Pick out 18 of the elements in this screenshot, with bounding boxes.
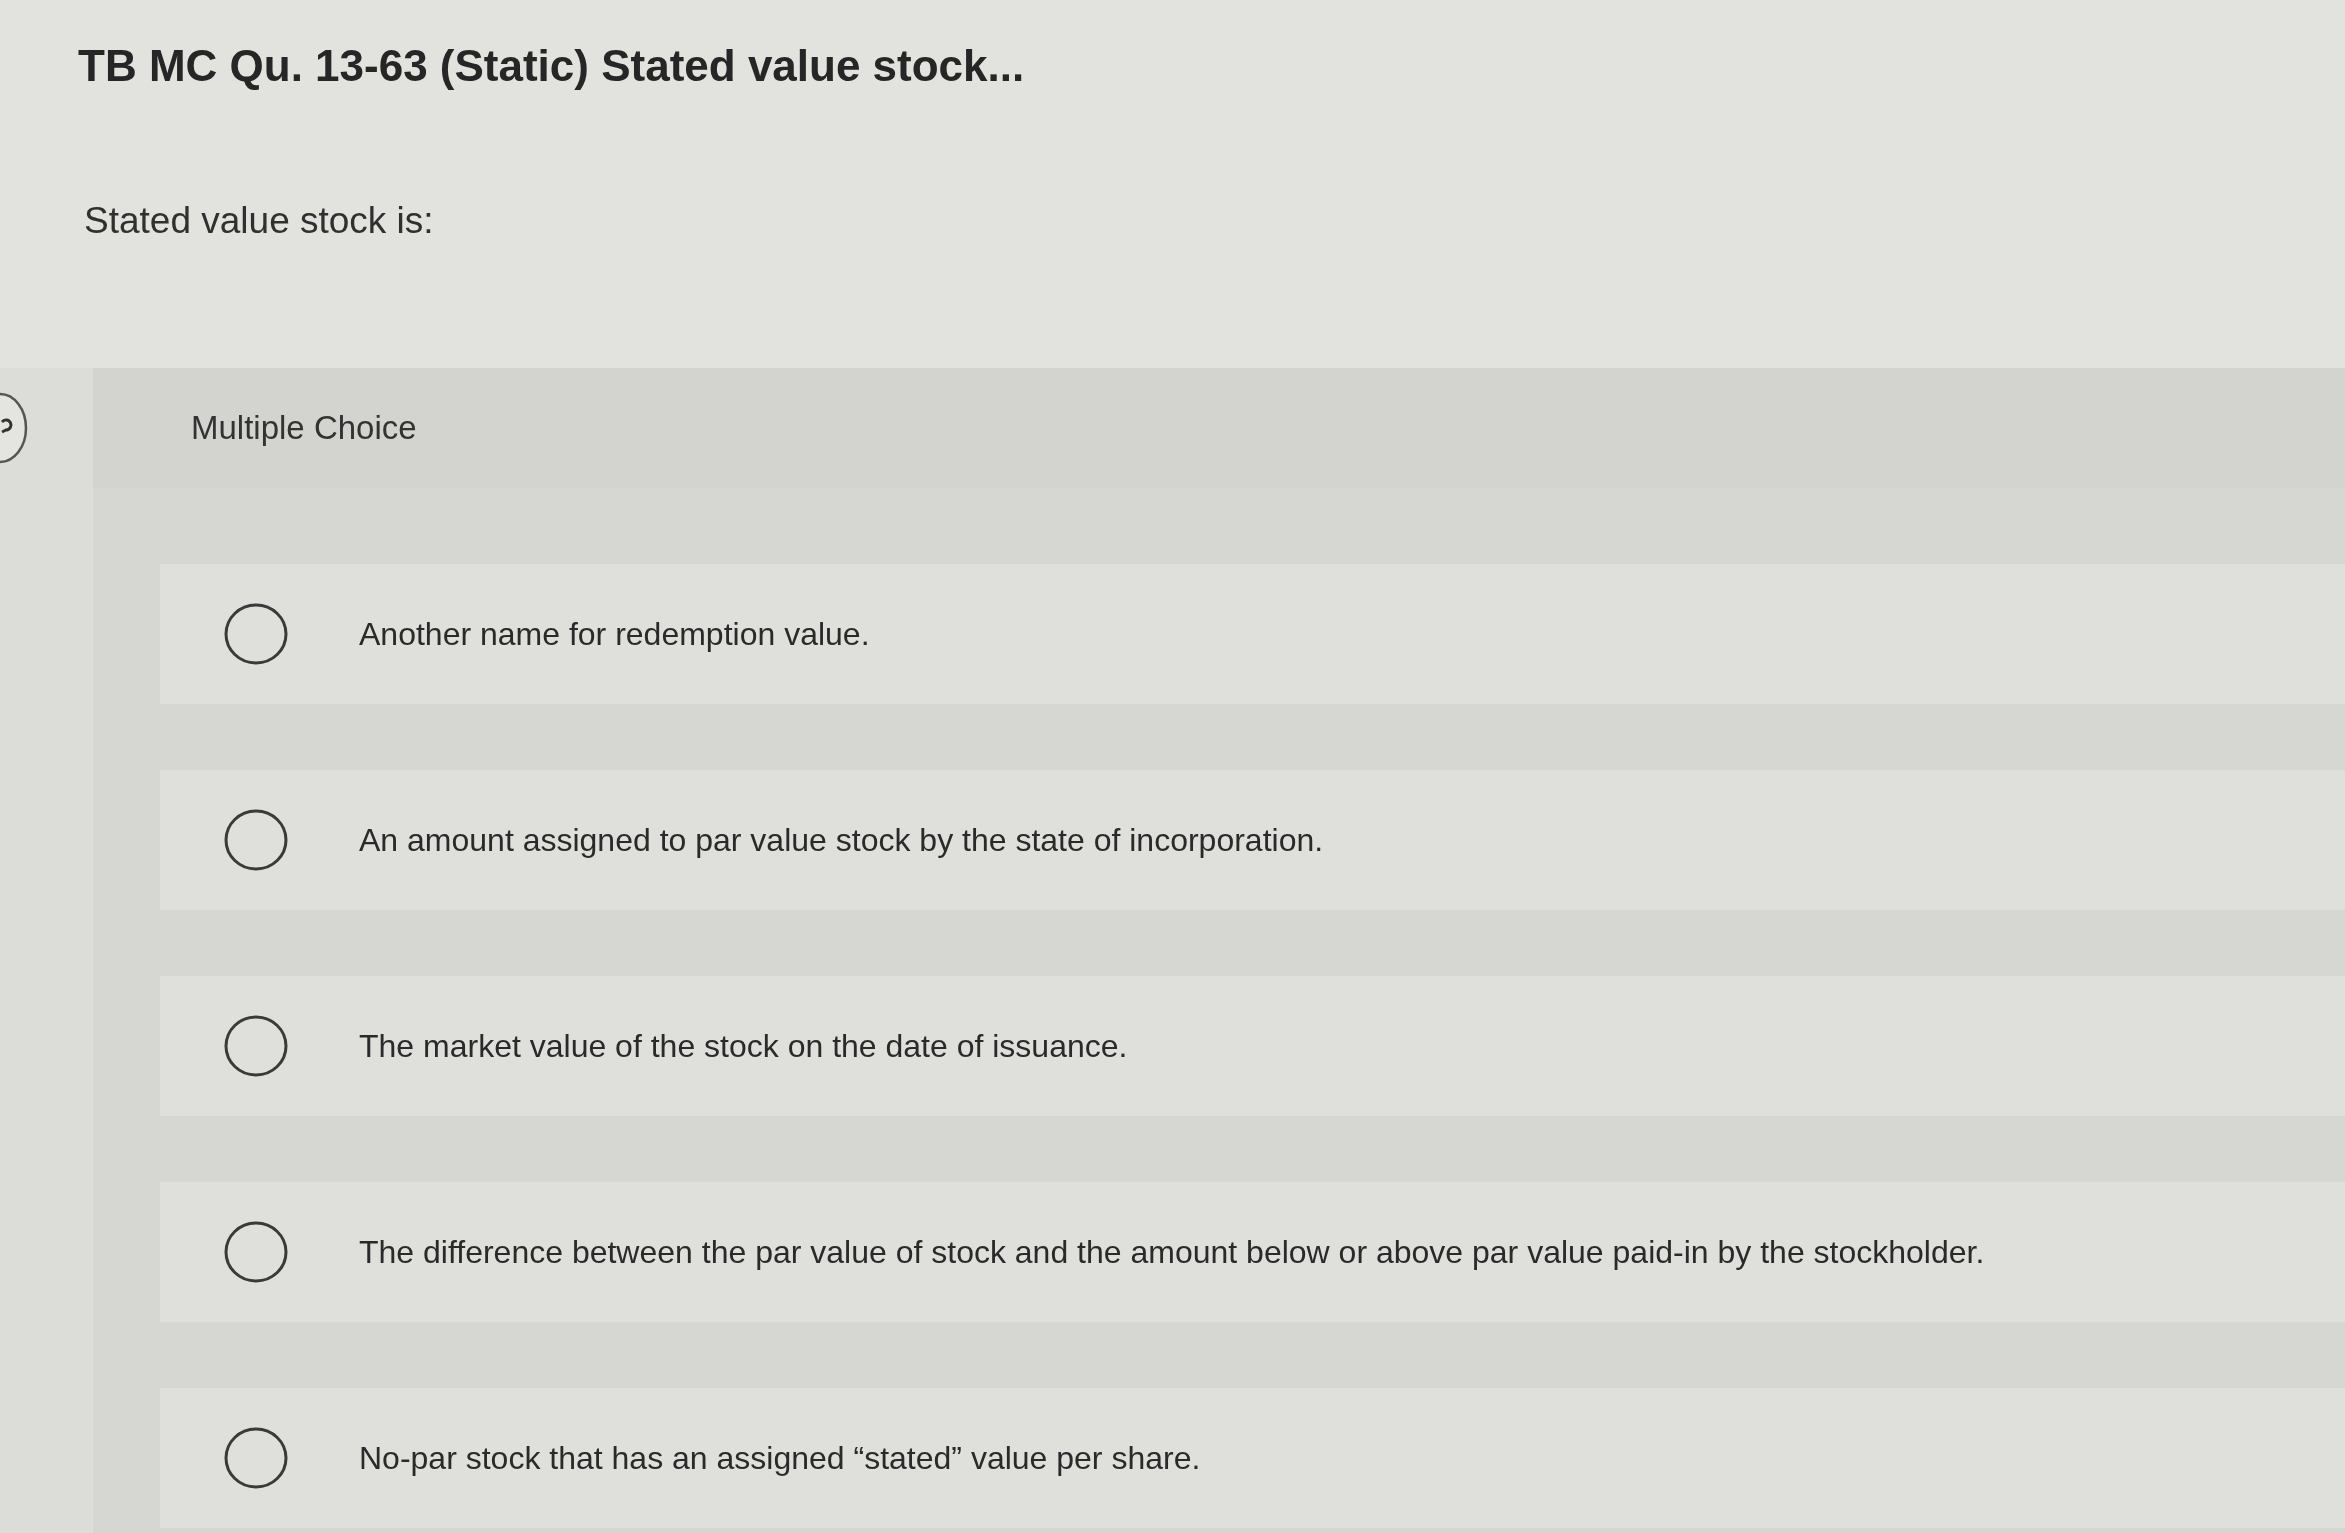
- radio-icon[interactable]: [224, 1427, 288, 1489]
- radio-icon[interactable]: [224, 1015, 288, 1077]
- option-text: An amount assigned to par value stock by the state of incorporation.: [359, 821, 1324, 860]
- section-label: Multiple Choice: [191, 408, 417, 449]
- answer-option[interactable]: The difference between the par value of stock and the amount below or above par value paid-in by the stockholder.: [160, 1182, 2345, 1322]
- option-text: No-par stock that has an assigned “stated” value per share.: [359, 1439, 1201, 1478]
- radio-icon[interactable]: [224, 1221, 288, 1283]
- option-text: The market value of the stock on the date of issuance.: [359, 1027, 1128, 1066]
- answer-option[interactable]: The market value of the stock on the date of issuance.: [160, 976, 2345, 1116]
- answer-option[interactable]: Another name for redemption value.: [160, 564, 2345, 704]
- question-prompt: Stated value stock is:: [84, 200, 434, 241]
- radio-icon[interactable]: [224, 603, 288, 665]
- answer-option[interactable]: An amount assigned to par value stock by the state of incorporation.: [160, 770, 2345, 910]
- option-text: Another name for redemption value.: [359, 615, 870, 654]
- answer-option[interactable]: No-par stock that has an assigned “stated” value per share.: [160, 1388, 2345, 1528]
- question-title: TB MC Qu. 13-63 (Static) Stated value stock...: [78, 41, 1025, 90]
- option-text: The difference between the par value of stock and the amount below or above par value paid-in by the stockholder.: [359, 1233, 1985, 1272]
- radio-icon[interactable]: [224, 809, 288, 871]
